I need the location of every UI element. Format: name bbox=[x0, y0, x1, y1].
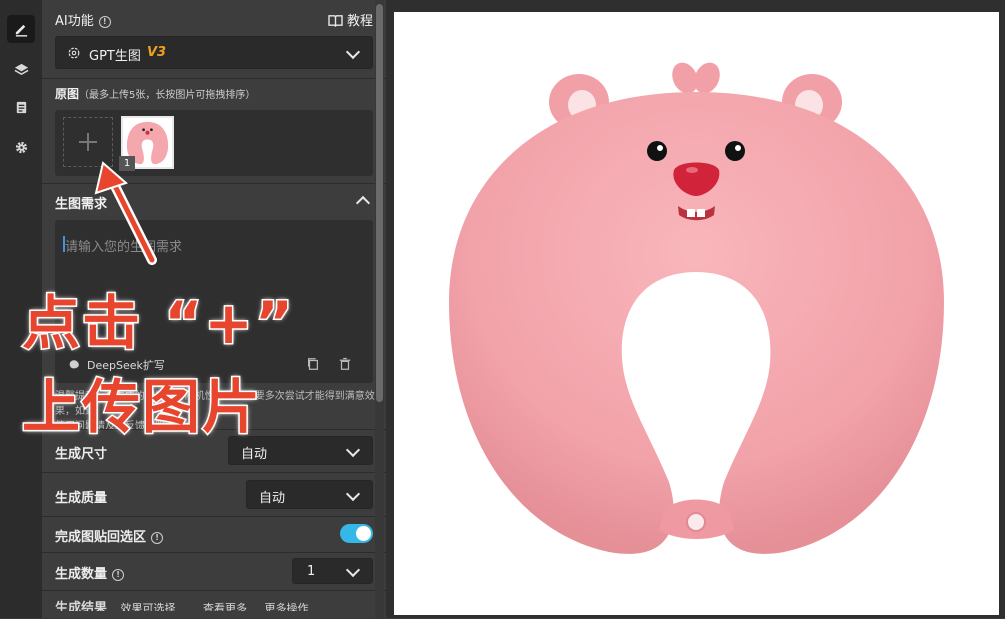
annotation-line-1: 点击 “+” bbox=[20, 288, 296, 359]
annotation-line-2: 上传图片 bbox=[20, 372, 263, 443]
